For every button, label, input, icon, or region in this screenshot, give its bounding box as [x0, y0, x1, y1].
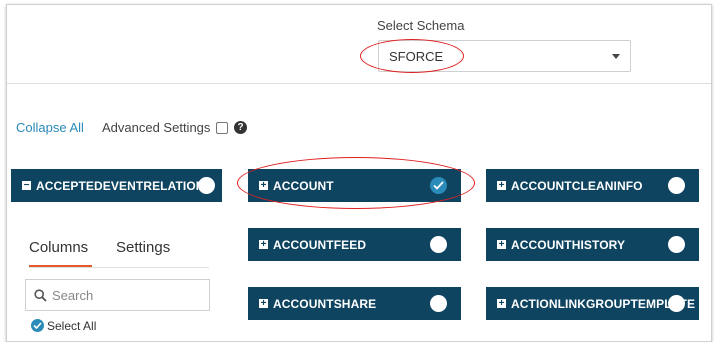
schema-selected-value: SFORCE: [389, 49, 444, 64]
column-search-input[interactable]: [52, 287, 202, 303]
schema-dropdown[interactable]: SFORCE: [378, 40, 631, 72]
table-select-toggle[interactable]: [668, 177, 685, 194]
schema-selector-section: Select Schema SFORCE: [7, 5, 711, 84]
advanced-settings-label: Advanced Settings: [102, 120, 211, 135]
column-search-box[interactable]: [25, 279, 210, 311]
table-header-accepteventrelation[interactable]: − ACCEPTEDEVENTRELATION: [11, 169, 222, 202]
tab-columns[interactable]: Columns: [29, 239, 88, 256]
table-settings-panel: Columns Settings Select All: [11, 203, 222, 341]
collapse-all-link[interactable]: Collapse All: [16, 120, 84, 135]
table-select-toggle[interactable]: [198, 177, 215, 194]
table-header-actionlinkgrouptemplate[interactable]: + ACTIONLINKGROUPTEMPLATE: [486, 287, 699, 320]
question-circle-icon[interactable]: ?: [234, 121, 247, 134]
schema-label: Select Schema: [377, 18, 465, 33]
table-header-accountfeed[interactable]: + ACCOUNTFEED: [248, 228, 461, 261]
table-header-account[interactable]: + ACCOUNT: [248, 169, 461, 202]
checkmark-circle-icon[interactable]: [430, 177, 447, 194]
caret-down-icon: [612, 54, 620, 59]
plus-square-icon[interactable]: +: [497, 181, 506, 191]
table-name: ACCOUNTHISTORY: [511, 238, 626, 252]
plus-square-icon[interactable]: +: [259, 240, 268, 250]
advanced-settings-checkbox[interactable]: [216, 122, 228, 134]
table-name: ACCOUNTFEED: [273, 238, 367, 252]
select-all-label[interactable]: Select All: [47, 319, 96, 333]
tab-divider: [29, 267, 209, 268]
checkmark-circle-icon[interactable]: [31, 319, 44, 332]
table-name: ACCOUNTSHARE: [273, 297, 377, 311]
plus-square-icon[interactable]: +: [259, 181, 268, 191]
search-icon: [34, 289, 47, 302]
table-name: ACCOUNT: [273, 179, 334, 193]
plus-square-icon[interactable]: +: [259, 299, 268, 309]
minus-square-icon[interactable]: −: [22, 181, 31, 191]
table-header-accountshare[interactable]: + ACCOUNTSHARE: [248, 287, 461, 320]
table-select-toggle[interactable]: [668, 236, 685, 253]
tab-settings[interactable]: Settings: [116, 239, 170, 256]
plus-square-icon[interactable]: +: [497, 299, 506, 309]
app-frame: Select Schema SFORCE Collapse All Advanc…: [6, 4, 712, 342]
plus-square-icon[interactable]: +: [497, 240, 506, 250]
table-name: ACCOUNTCLEANINFO: [511, 179, 643, 193]
table-select-toggle[interactable]: [430, 295, 447, 312]
table-header-accountcleaninfo[interactable]: + ACCOUNTCLEANINFO: [486, 169, 699, 202]
table-select-toggle[interactable]: [430, 236, 447, 253]
table-name: ACCEPTEDEVENTRELATION: [36, 179, 205, 193]
table-select-toggle[interactable]: [668, 295, 685, 312]
table-header-accounthistory[interactable]: + ACCOUNTHISTORY: [486, 228, 699, 261]
